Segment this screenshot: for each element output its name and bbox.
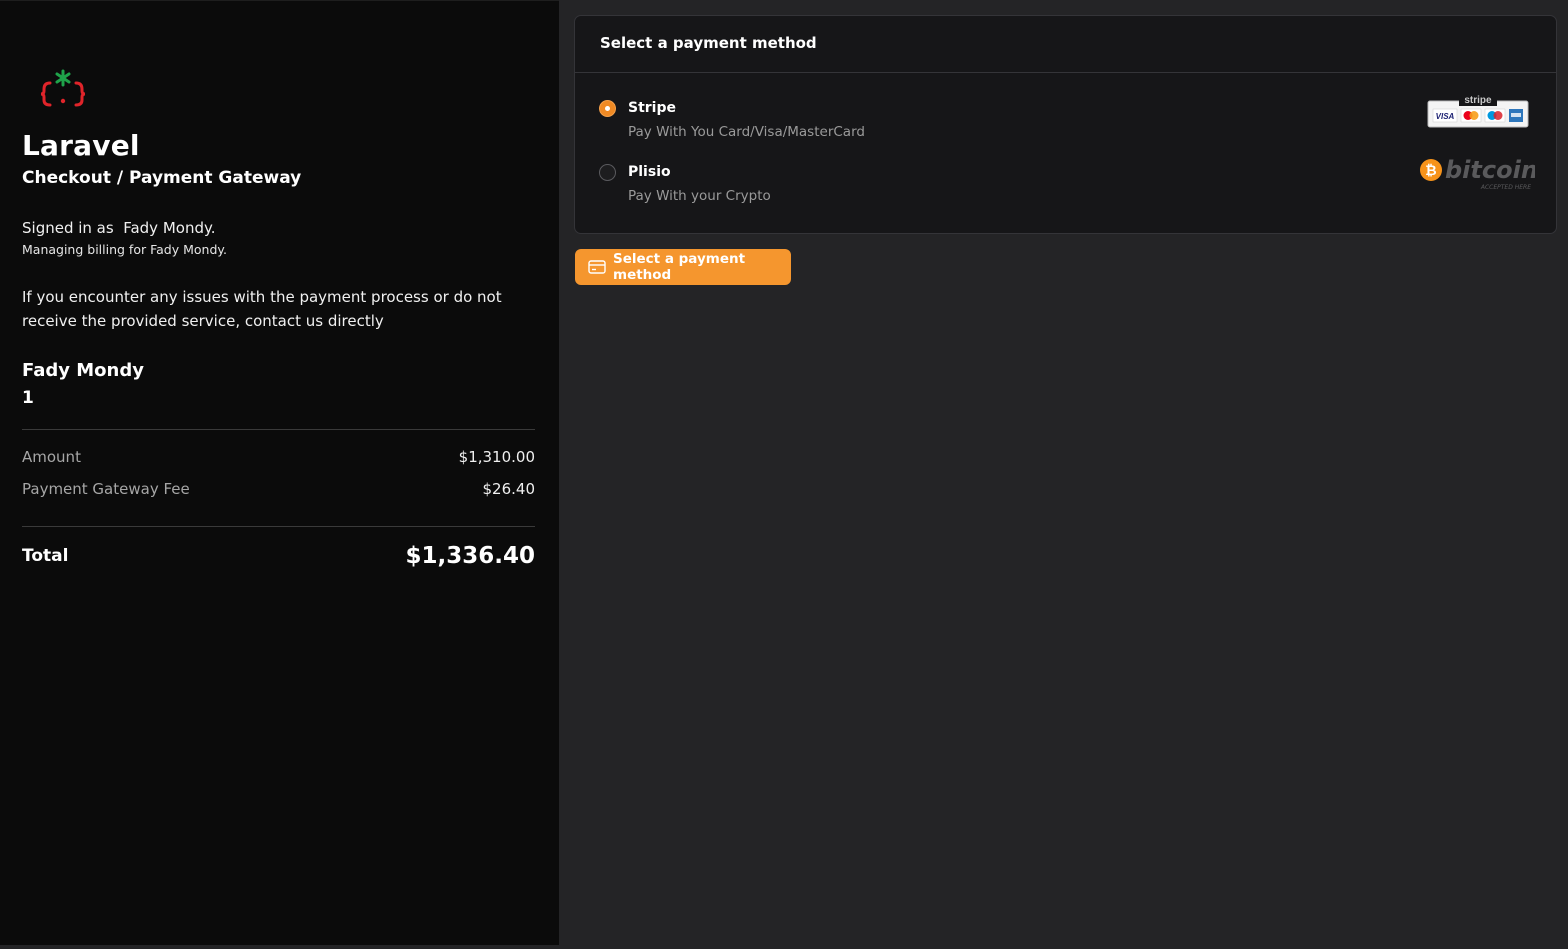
- stripe-wordmark: stripe: [1464, 95, 1492, 106]
- amount-label: Amount: [22, 448, 81, 466]
- plisio-radio[interactable]: [599, 164, 616, 181]
- brand-subtitle: Checkout / Payment Gateway: [22, 168, 302, 188]
- payment-method-card: Select a payment method Stripe Pay With …: [574, 15, 1557, 234]
- payment-method-header: Select a payment method: [575, 16, 1556, 73]
- payment-option-plisio[interactable]: Plisio Pay With your Crypto ₿ bitcoin AC…: [599, 156, 1535, 214]
- bitcoin-wordmark: bitcoin: [1445, 156, 1535, 184]
- select-payment-method-button[interactable]: Select a payment method: [575, 249, 791, 285]
- plisio-title: Plisio: [628, 164, 671, 180]
- fee-value: $26.40: [482, 480, 536, 498]
- brand-logo-icon: [40, 69, 86, 107]
- amount-value: $1,310.00: [458, 448, 535, 466]
- support-notice: If you encounter any issues with the pay…: [22, 288, 502, 330]
- checkout-sidebar: Laravel Checkout / Payment Gateway Signe…: [0, 0, 559, 945]
- select-payment-method-label: Select a payment method: [613, 251, 746, 283]
- brand-title: Laravel: [22, 129, 140, 162]
- plisio-description: Pay With your Crypto: [628, 188, 771, 204]
- stripe-description: Pay With You Card/Visa/MasterCard: [628, 124, 865, 140]
- stripe-title: Stripe: [628, 100, 676, 116]
- total-label: Total: [22, 546, 69, 566]
- customer-id: 1: [22, 388, 34, 408]
- signed-in-text: Signed in as Fady Mondy.: [22, 219, 216, 237]
- bitcoin-accepted-tag: ACCEPTED HERE: [1480, 184, 1531, 191]
- total-value: $1,336.40: [405, 543, 536, 569]
- credit-card-icon: [588, 260, 606, 274]
- stripe-radio[interactable]: [599, 100, 616, 117]
- stripe-cards-logo-icon: stripe VISA: [1427, 94, 1529, 128]
- customer-name: Fady Mondy: [22, 360, 144, 381]
- fee-label: Payment Gateway Fee: [22, 480, 190, 498]
- payment-option-stripe[interactable]: Stripe Pay With You Card/Visa/MasterCard…: [599, 94, 1529, 150]
- svg-text:₿: ₿: [1425, 163, 1436, 179]
- summary-divider-top: [22, 429, 535, 430]
- managing-billing-text: Managing billing for Fady Mondy.: [22, 242, 227, 257]
- bitcoin-logo-icon: ₿ bitcoin ACCEPTED HERE: [1420, 156, 1535, 191]
- summary-divider-bottom: [22, 526, 535, 527]
- visa-wordmark: VISA: [1436, 112, 1455, 121]
